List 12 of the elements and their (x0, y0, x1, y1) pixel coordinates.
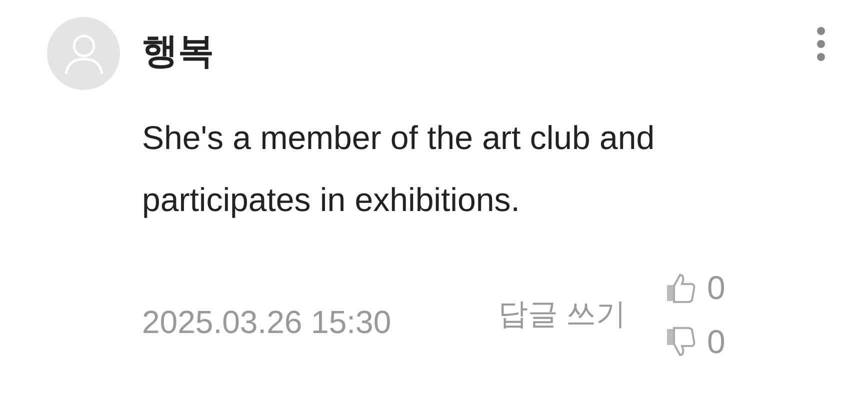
author-name: 행복 (142, 31, 214, 71)
more-icon[interactable] (816, 26, 826, 62)
dislike-count: 0 (707, 323, 726, 361)
like-count: 0 (707, 269, 726, 307)
like-button[interactable]: 0 (665, 269, 726, 307)
comment-text: She's a member of the art club and participates in exhibitions. (142, 118, 656, 220)
thumbs-down-icon (665, 326, 697, 358)
person-icon (64, 32, 104, 74)
reply-button[interactable]: 답글 쓰기 (497, 287, 627, 343)
comment-date: 2025.03.26 15:30 (142, 304, 392, 340)
thumbs-up-icon (665, 272, 697, 304)
dislike-button[interactable]: 0 (665, 323, 726, 361)
